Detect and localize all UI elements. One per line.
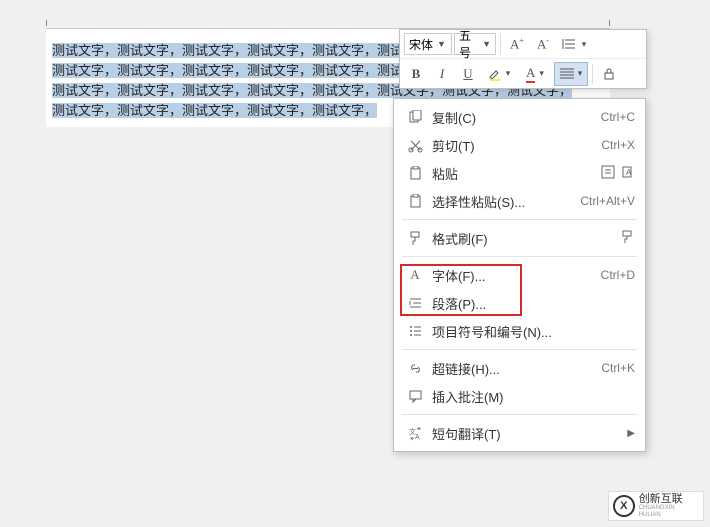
menu-label: 插入批注(M) (426, 387, 635, 406)
menu-shortcut: Ctrl+X (601, 138, 635, 152)
menu-label: 项目符号和编号(N)... (426, 322, 635, 341)
hyperlink-icon (404, 361, 426, 376)
dropdown-arrow-icon: ▾ (539, 68, 544, 79)
menu-item-copy[interactable]: 复制(C) Ctrl+C (394, 103, 645, 131)
menu-shortcut: Ctrl+D (601, 268, 635, 282)
ruler-marker-right (609, 20, 610, 26)
font-name-select[interactable]: 宋体 ▼ (404, 33, 452, 55)
italic-icon: I (440, 66, 444, 82)
copy-icon (404, 110, 426, 125)
menu-item-comment[interactable]: 插入批注(M) (394, 382, 645, 410)
menu-shortcut: Ctrl+K (601, 361, 635, 375)
underline-icon: U (463, 66, 472, 82)
font-color-button[interactable]: A ▾ (518, 62, 552, 86)
menu-shortcut: Ctrl+C (601, 110, 635, 124)
decrease-font-icon: A- (537, 36, 549, 52)
menu-item-hyperlink[interactable]: 超链接(H)... Ctrl+K (394, 354, 645, 382)
highlight-icon (488, 67, 502, 81)
paragraph-icon (404, 296, 426, 311)
menu-label: 段落(P)... (426, 294, 635, 313)
font-size-select[interactable]: 五号 ▼ (454, 33, 496, 55)
dropdown-arrow-icon: ▼ (482, 39, 491, 49)
lock-icon (602, 67, 616, 81)
menu-label: 选择性粘贴(S)... (426, 192, 580, 211)
paste-icon (404, 166, 426, 181)
highlight-button[interactable]: ▾ (482, 62, 516, 86)
format-painter-icon (404, 231, 426, 246)
separator (500, 34, 501, 54)
menu-label: 复制(C) (426, 108, 601, 127)
paste-unformatted-icon[interactable] (601, 165, 615, 182)
menu-item-font[interactable]: A 字体(F)... Ctrl+D (394, 261, 645, 289)
increase-font-icon: A+ (510, 36, 524, 52)
menu-item-paste-special[interactable]: 选择性粘贴(S)... Ctrl+Alt+V (394, 187, 645, 215)
font-color-icon: A (526, 65, 535, 83)
line-spacing-button[interactable]: ▾ (557, 32, 591, 56)
menu-label: 剪切(T) (426, 136, 601, 155)
align-button[interactable]: ▾ (554, 62, 588, 86)
dropdown-arrow-icon: ▼ (437, 39, 446, 49)
watermark-logo-text: X (620, 500, 627, 512)
cut-icon (404, 138, 426, 153)
watermark-logo: X (613, 495, 635, 517)
translate-icon: 文A (404, 426, 426, 441)
menu-label: 字体(F)... (426, 266, 601, 285)
menu-label: 超链接(H)... (426, 359, 601, 378)
line-spacing-icon (562, 36, 578, 52)
paste-keep-format-icon[interactable]: A (621, 165, 635, 182)
dropdown-arrow-icon: ▾ (582, 39, 587, 50)
menu-label: 粘贴 (426, 164, 595, 183)
menu-item-bullets[interactable]: 项目符号和编号(N)... (394, 317, 645, 345)
bullets-icon (404, 324, 426, 339)
svg-text:A: A (626, 168, 632, 177)
menu-item-paragraph[interactable]: 段落(P)... (394, 289, 645, 317)
menu-shortcut: Ctrl+Alt+V (580, 194, 635, 208)
svg-text:A: A (415, 434, 420, 441)
underline-button[interactable]: U (456, 62, 480, 86)
bold-icon: B (412, 66, 421, 82)
comment-icon (404, 389, 426, 404)
mini-toolbar: 宋体 ▼ 五号 ▼ A+ A- ▾ B I U ▾ A ▾ (399, 29, 647, 89)
menu-separator (402, 256, 637, 257)
format-painter-alt-icon[interactable] (621, 230, 635, 247)
font-icon: A (404, 267, 426, 283)
submenu-arrow-icon: ▶ (627, 428, 635, 439)
font-size-value: 五号 (459, 27, 478, 61)
menu-item-format-painter[interactable]: 格式刷(F) (394, 224, 645, 252)
align-icon (560, 68, 574, 80)
paste-special-icon (404, 194, 426, 209)
increase-font-button[interactable]: A+ (505, 32, 529, 56)
menu-separator (402, 219, 637, 220)
bold-button[interactable]: B (404, 62, 428, 86)
decrease-font-button[interactable]: A- (531, 32, 555, 56)
dropdown-arrow-icon: ▾ (506, 68, 511, 79)
dropdown-arrow-icon: ▾ (578, 68, 583, 79)
watermark-sub: CHUANGXIN HULIAN (639, 505, 699, 519)
lock-button[interactable] (597, 62, 621, 86)
text-line[interactable]: 测试文字，测试文字，测试文字，测试文字，测试文字， (52, 103, 377, 118)
context-menu: 复制(C) Ctrl+C 剪切(T) Ctrl+X 粘贴 A 选择性粘贴(S).… (393, 98, 646, 452)
menu-label: 短句翻译(T) (426, 424, 627, 443)
menu-item-cut[interactable]: 剪切(T) Ctrl+X (394, 131, 645, 159)
watermark: X 创新互联 CHUANGXIN HULIAN (608, 491, 704, 521)
menu-separator (402, 414, 637, 415)
ruler-marker-left (46, 20, 47, 26)
font-name-value: 宋体 (409, 36, 433, 53)
watermark-text: 创新互联 (639, 494, 699, 505)
menu-label: 格式刷(F) (426, 229, 615, 248)
menu-item-translate[interactable]: 文A 短句翻译(T) ▶ (394, 419, 645, 447)
menu-separator (402, 349, 637, 350)
separator (592, 64, 593, 84)
italic-button[interactable]: I (430, 62, 454, 86)
menu-item-paste[interactable]: 粘贴 A (394, 159, 645, 187)
